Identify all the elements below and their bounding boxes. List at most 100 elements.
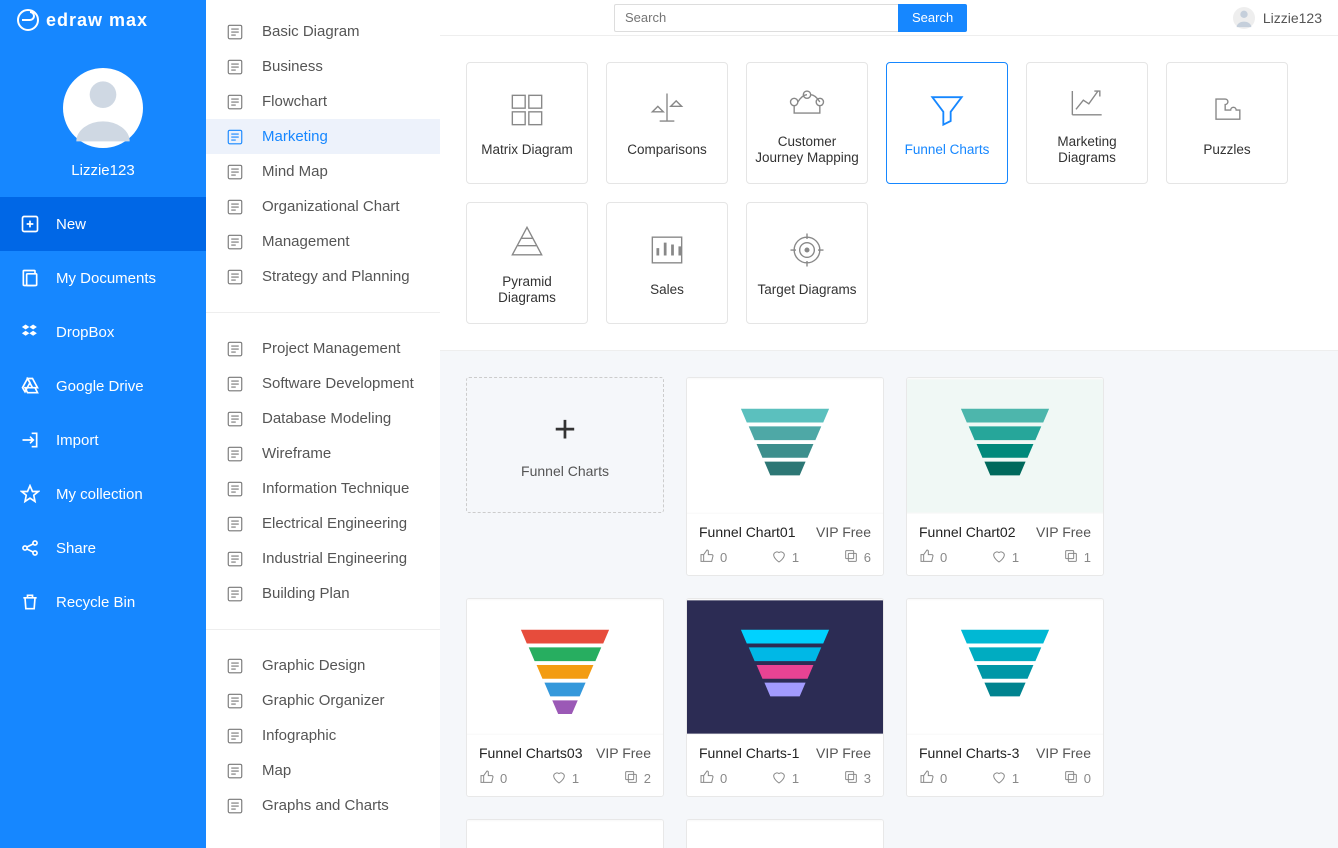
- category-card-sales[interactable]: Sales: [606, 202, 728, 324]
- sidebar-item-information-technique[interactable]: Information Technique: [206, 471, 440, 506]
- template-card[interactable]: Funnel Chart01VIP Free016: [686, 377, 884, 576]
- template-likes[interactable]: 0: [699, 769, 727, 788]
- sidebar-item-graphic-organizer[interactable]: Graphic Organizer: [206, 683, 440, 718]
- nav-item-label: Share: [56, 540, 96, 557]
- category-card-target-diagrams[interactable]: Target Diagrams: [746, 202, 868, 324]
- sidebar-item-wireframe[interactable]: Wireframe: [206, 436, 440, 471]
- template-favs[interactable]: 1: [551, 769, 579, 788]
- sidebar-item-project-management[interactable]: Project Management: [206, 331, 440, 366]
- category-card-puzzles[interactable]: Puzzles: [1166, 62, 1288, 184]
- category-card-funnel-charts[interactable]: Funnel Charts: [886, 62, 1008, 184]
- blank-template-card[interactable]: +Funnel Charts: [466, 377, 664, 513]
- nav-item-dropbox[interactable]: DropBox: [0, 305, 206, 359]
- plus-icon: +: [554, 411, 576, 449]
- nav-item-my-documents[interactable]: My Documents: [0, 251, 206, 305]
- template-favs[interactable]: 1: [991, 548, 1019, 567]
- sidebar-item-flowchart[interactable]: Flowchart: [206, 84, 440, 119]
- sidebar-item-map[interactable]: Map: [206, 753, 440, 788]
- template-card[interactable]: Funnel Charts-4VIP Free011: [466, 819, 664, 848]
- sidebar-item-label: Flowchart: [262, 93, 327, 110]
- category-card-icon: [785, 80, 829, 124]
- heart-icon: [771, 548, 787, 567]
- content-area: Search Lizzie123 Matrix Diagram Compariso…: [440, 0, 1338, 848]
- template-copies[interactable]: 1: [1063, 548, 1091, 567]
- template-copies[interactable]: 2: [623, 769, 651, 788]
- template-copies[interactable]: 3: [843, 769, 871, 788]
- sidebar-item-software-development[interactable]: Software Development: [206, 366, 440, 401]
- category-card-matrix-diagram[interactable]: Matrix Diagram: [466, 62, 588, 184]
- template-title: Funnel Chart02: [919, 524, 1016, 540]
- category-card-comparisons[interactable]: Comparisons: [606, 62, 728, 184]
- category-card-label: Customer Journey Mapping: [753, 134, 861, 166]
- template-title: Funnel Charts-3: [919, 745, 1019, 761]
- sidebar-item-business[interactable]: Business: [206, 49, 440, 84]
- nav-item-my-collection[interactable]: My collection: [0, 467, 206, 521]
- category-card-pyramid-diagrams[interactable]: Pyramid Diagrams: [466, 202, 588, 324]
- nav-item-recycle-bin[interactable]: Recycle Bin: [0, 575, 206, 629]
- nav-item-label: DropBox: [56, 324, 114, 341]
- sidebar-item-label: Mind Map: [262, 163, 328, 180]
- template-thumbnail: [907, 599, 1103, 735]
- sidebar-item-building-plan[interactable]: Building Plan: [206, 576, 440, 611]
- template-copies[interactable]: 6: [843, 548, 871, 567]
- category-icon: [226, 93, 244, 111]
- sidebar-item-strategy-and-planning[interactable]: Strategy and Planning: [206, 259, 440, 294]
- category-card-label: Marketing Diagrams: [1033, 134, 1141, 166]
- nav-item-new[interactable]: New: [0, 197, 206, 251]
- main-sidebar: edraw max Lizzie123 NewMy DocumentsDropB…: [0, 0, 206, 848]
- dropbox-icon: [20, 322, 40, 342]
- template-copies[interactable]: 0: [1063, 769, 1091, 788]
- category-card-label: Funnel Charts: [905, 142, 990, 158]
- template-likes[interactable]: 0: [479, 769, 507, 788]
- copy-icon: [843, 769, 859, 788]
- category-card-icon: [505, 220, 549, 264]
- category-card-label: Comparisons: [627, 142, 707, 158]
- template-card[interactable]: Funnel Charts-2Free010: [686, 819, 884, 848]
- template-thumbnail: [467, 599, 663, 735]
- search-button[interactable]: Search: [898, 4, 967, 32]
- category-card-marketing-diagrams[interactable]: Marketing Diagrams: [1026, 62, 1148, 184]
- sidebar-item-basic-diagram[interactable]: Basic Diagram: [206, 14, 440, 49]
- avatar[interactable]: [63, 68, 143, 148]
- sidebar-item-graphs-and-charts[interactable]: Graphs and Charts: [206, 788, 440, 823]
- template-favs[interactable]: 1: [771, 548, 799, 567]
- category-card-label: Sales: [650, 282, 684, 298]
- category-card-label: Puzzles: [1203, 142, 1250, 158]
- template-card[interactable]: Funnel Charts03VIP Free012: [466, 598, 664, 797]
- template-favs[interactable]: 1: [991, 769, 1019, 788]
- sidebar-item-marketing[interactable]: Marketing: [206, 119, 440, 154]
- user-avatar-icon: [1233, 7, 1255, 29]
- brand-text: edraw max: [46, 10, 148, 31]
- category-icon: [226, 515, 244, 533]
- sidebar-item-industrial-engineering[interactable]: Industrial Engineering: [206, 541, 440, 576]
- sidebar-item-database-modeling[interactable]: Database Modeling: [206, 401, 440, 436]
- template-favs[interactable]: 1: [771, 769, 799, 788]
- sidebar-item-label: Marketing: [262, 128, 328, 145]
- nav-item-share[interactable]: Share: [0, 521, 206, 575]
- category-icon: [226, 58, 244, 76]
- sidebar-item-organizational-chart[interactable]: Organizational Chart: [206, 189, 440, 224]
- top-user[interactable]: Lizzie123: [1233, 7, 1322, 29]
- template-card[interactable]: Funnel Chart02VIP Free011: [906, 377, 1104, 576]
- nav-item-google-drive[interactable]: Google Drive: [0, 359, 206, 413]
- template-likes[interactable]: 0: [699, 548, 727, 567]
- template-card[interactable]: Funnel Charts-1VIP Free013: [686, 598, 884, 797]
- category-card-customer-journey-mapping[interactable]: Customer Journey Mapping: [746, 62, 868, 184]
- sidebar-item-infographic[interactable]: Infographic: [206, 718, 440, 753]
- category-card-icon: [505, 88, 549, 132]
- template-likes[interactable]: 0: [919, 769, 947, 788]
- template-title: Funnel Chart01: [699, 524, 796, 540]
- template-card[interactable]: Funnel Charts-3VIP Free010: [906, 598, 1104, 797]
- category-icon: [226, 163, 244, 181]
- sidebar-item-label: Map: [262, 762, 291, 779]
- nav-item-import[interactable]: Import: [0, 413, 206, 467]
- sidebar-item-mind-map[interactable]: Mind Map: [206, 154, 440, 189]
- sidebar-item-electrical-engineering[interactable]: Electrical Engineering: [206, 506, 440, 541]
- template-info: Funnel Charts-1VIP Free013: [687, 735, 883, 796]
- sidebar-item-graphic-design[interactable]: Graphic Design: [206, 648, 440, 683]
- category-icon: [226, 480, 244, 498]
- sidebar-item-label: Building Plan: [262, 585, 350, 602]
- search-input[interactable]: [614, 4, 898, 32]
- sidebar-item-management[interactable]: Management: [206, 224, 440, 259]
- template-likes[interactable]: 0: [919, 548, 947, 567]
